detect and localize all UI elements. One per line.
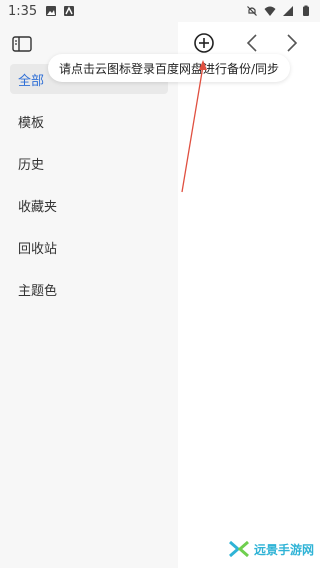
sidebar-item-label: 主题色 xyxy=(18,283,58,299)
signal-icon xyxy=(283,6,293,16)
sidebar-item-favorites[interactable]: 收藏夹 xyxy=(10,190,168,220)
status-bar: 1:35 xyxy=(0,0,320,22)
back-icon[interactable] xyxy=(242,32,264,54)
watermark-text: 远景手游网 xyxy=(253,542,314,557)
sidebar-nav: 全部 模板 历史 收藏夹 回收站 主题色 xyxy=(0,64,178,316)
sidebar-item-label: 回收站 xyxy=(18,241,58,257)
watermark: 远景手游网 xyxy=(228,540,314,558)
login-hint-tooltip: 请点击云图标登录百度网盘进行备份/同步 xyxy=(48,54,290,82)
mute-bell-icon xyxy=(247,6,257,16)
tooltip-text: 请点击云图标登录百度网盘进行备份/同步 xyxy=(58,61,280,76)
wifi-icon xyxy=(264,6,276,16)
add-icon[interactable] xyxy=(193,32,215,54)
sidebar: 全部 模板 历史 收藏夹 回收站 主题色 xyxy=(0,22,178,568)
sidebar-toggle-icon[interactable] xyxy=(12,36,32,52)
sidebar-item-recycle-bin[interactable]: 回收站 xyxy=(10,232,168,262)
sidebar-item-label: 收藏夹 xyxy=(18,199,58,215)
image-icon xyxy=(46,6,57,16)
app-notification-icon xyxy=(64,6,75,16)
sidebar-item-history[interactable]: 历史 xyxy=(10,148,168,178)
main-panel xyxy=(178,22,320,568)
battery-icon xyxy=(303,5,309,16)
watermark-logo-icon xyxy=(228,540,249,558)
sidebar-item-theme-color[interactable]: 主题色 xyxy=(10,274,168,304)
status-time: 1:35 xyxy=(8,3,38,19)
sidebar-item-label: 历史 xyxy=(18,157,45,173)
forward-icon[interactable] xyxy=(280,32,302,54)
sidebar-item-templates[interactable]: 模板 xyxy=(10,106,168,136)
sidebar-item-label: 模板 xyxy=(18,115,45,131)
sidebar-item-label: 全部 xyxy=(18,73,45,89)
